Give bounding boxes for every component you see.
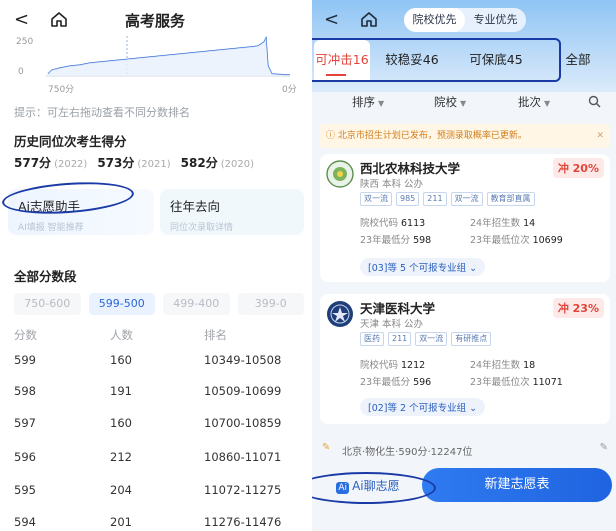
score-rank-pane: < 高考服务 250 0 750分 0分 提示：可左右拖动查看不同分数排名 历史… bbox=[0, 0, 310, 531]
admission-rate-badge: 冲 23% bbox=[552, 298, 604, 318]
school-code: 院校代码 6113 bbox=[360, 218, 426, 229]
home-icon[interactable] bbox=[360, 10, 378, 28]
table-row: 599 160 10349-10508 bbox=[14, 353, 282, 367]
school-meta: 陕西 本科 公办 bbox=[360, 179, 424, 190]
university-logo bbox=[327, 301, 353, 327]
university-logo bbox=[326, 160, 354, 188]
tag: 双一流 bbox=[360, 192, 392, 206]
school-card[interactable]: 天津医科大学 天津 本科 公办 冲 23% 医药 211 双一流 有研推点 院校… bbox=[320, 294, 610, 424]
min-rank: 23年最低位次 11071 bbox=[470, 377, 563, 388]
caret-down-icon: ▼ bbox=[378, 99, 385, 108]
history-scores: 577分 (2022) 573分 (2021) 582分 (2020) bbox=[14, 154, 304, 174]
min-rank: 23年最低位次 10699 bbox=[470, 235, 563, 246]
batch-filter[interactable]: 批次 ▼ bbox=[518, 94, 550, 110]
profile-summary: 北京·物化生·590分·12247位 bbox=[342, 447, 473, 458]
table-row: 598 191 10509-10699 bbox=[14, 384, 282, 398]
tag: 双一流 bbox=[450, 192, 483, 206]
school-name: 天津医科大学 bbox=[360, 301, 436, 316]
edit-icon[interactable]: ✎ bbox=[600, 442, 608, 453]
major-groups-link[interactable]: [03]等 5 个可报专业组 ⌄ bbox=[360, 258, 486, 276]
history-item: 582分 (2020) bbox=[180, 156, 254, 170]
y-tick-bottom: 0 bbox=[18, 67, 24, 77]
tag: 211 bbox=[388, 332, 412, 346]
school-card[interactable]: 西北农林科技大学 陕西 本科 公办 冲 20% 双一流 985 211 双一流 … bbox=[320, 154, 610, 282]
pencil-icon: ✎ bbox=[322, 442, 331, 453]
min-score: 23年最低分 596 bbox=[360, 377, 432, 388]
school-tags: 双一流 985 211 双一流 教育部直属 bbox=[360, 192, 535, 206]
major-priority-option[interactable]: 专业优先 bbox=[465, 8, 526, 32]
notice-banner: ⓘ 北京市招生计划已发布，预测录取概率已更新。 ✕ bbox=[320, 124, 610, 148]
filter-bar: 排序 ▼ 院校 ▼ 批次 ▼ bbox=[312, 90, 616, 114]
priority-toggle: 院校优先 专业优先 bbox=[404, 8, 526, 32]
range-tab[interactable]: 499-400 bbox=[163, 293, 230, 315]
school-name: 西北农林科技大学 bbox=[360, 161, 461, 176]
x-label-left: 750分 bbox=[48, 84, 74, 95]
school-filter[interactable]: 院校 ▼ bbox=[434, 94, 466, 110]
back-icon[interactable]: < bbox=[324, 9, 339, 30]
new-volunteer-table-button[interactable]: 新建志愿表 bbox=[422, 468, 612, 502]
major-groups-link[interactable]: [02]等 2 个可报专业组 ⌄ bbox=[360, 398, 486, 416]
min-score: 23年最低分 598 bbox=[360, 235, 432, 246]
school-priority-option[interactable]: 院校优先 bbox=[404, 8, 465, 32]
x-label-right: 0分 bbox=[282, 84, 297, 95]
close-icon[interactable]: ✕ bbox=[596, 124, 604, 148]
tag: 211 bbox=[423, 192, 447, 206]
all-ranges-title: 全部分数段 bbox=[14, 269, 77, 284]
tag: 双一流 bbox=[415, 332, 448, 346]
tag: 医药 bbox=[360, 332, 384, 346]
range-tab[interactable]: 399-0 bbox=[237, 293, 304, 315]
score-distribution-chart[interactable]: 250 0 750分 0分 bbox=[0, 36, 310, 98]
info-icon: ⓘ bbox=[326, 131, 338, 141]
range-tab-active[interactable]: 599-500 bbox=[88, 293, 155, 315]
sort-filter[interactable]: 排序 ▼ bbox=[352, 94, 384, 110]
plan-count: 24年招生数 14 bbox=[470, 218, 536, 229]
history-section-title: 历史同位次考生得分 bbox=[14, 134, 127, 149]
recommendation-pane: < 院校优先 专业优先 可冲击16 较稳妥46 可保底45 全部 排序 ▼ 院校 ▼… bbox=[312, 0, 616, 531]
left-header: < 高考服务 bbox=[0, 0, 310, 38]
plan-count: 24年招生数 18 bbox=[470, 360, 536, 371]
past-destinations-card[interactable]: 往年去向 同位次录取详情 bbox=[160, 189, 304, 235]
admission-rate-badge: 冲 20% bbox=[552, 158, 604, 178]
annotation-rectangle bbox=[312, 38, 561, 82]
y-tick-top: 250 bbox=[16, 37, 33, 47]
school-tags: 医药 211 双一流 有研推点 bbox=[360, 332, 492, 346]
page-title: 高考服务 bbox=[124, 12, 185, 30]
screen: < 高考服务 250 0 750分 0分 提示：可左右拖动查看不同分数排名 历史… bbox=[0, 0, 616, 531]
table-row: 597 160 10700-10859 bbox=[14, 416, 282, 430]
caret-down-icon: ▼ bbox=[544, 99, 551, 108]
table-row: 594 201 11276-11476 bbox=[14, 515, 282, 529]
tag: 教育部直属 bbox=[486, 192, 535, 206]
search-icon[interactable] bbox=[588, 95, 601, 108]
range-tab[interactable]: 750-600 bbox=[14, 293, 81, 315]
user-profile-bar: ✎ 北京·物化生·590分·12247位 ✎ bbox=[312, 438, 616, 460]
school-meta: 天津 本科 公办 bbox=[360, 319, 424, 330]
school-code: 院校代码 1212 bbox=[360, 360, 426, 371]
history-item: 577分 (2022) bbox=[14, 156, 88, 170]
table-row: 595 204 11072-11275 bbox=[14, 483, 282, 497]
history-item: 573分 (2021) bbox=[97, 156, 171, 170]
caret-down-icon: ▼ bbox=[460, 99, 467, 108]
tag: 有研推点 bbox=[451, 332, 492, 346]
drag-hint: 提示：可左右拖动查看不同分数排名 bbox=[14, 106, 190, 119]
score-range-tabs: 750-600 599-500 499-400 399-0 bbox=[14, 293, 304, 315]
tag: 985 bbox=[396, 192, 420, 206]
table-row: 596 212 10860-11071 bbox=[14, 450, 282, 464]
